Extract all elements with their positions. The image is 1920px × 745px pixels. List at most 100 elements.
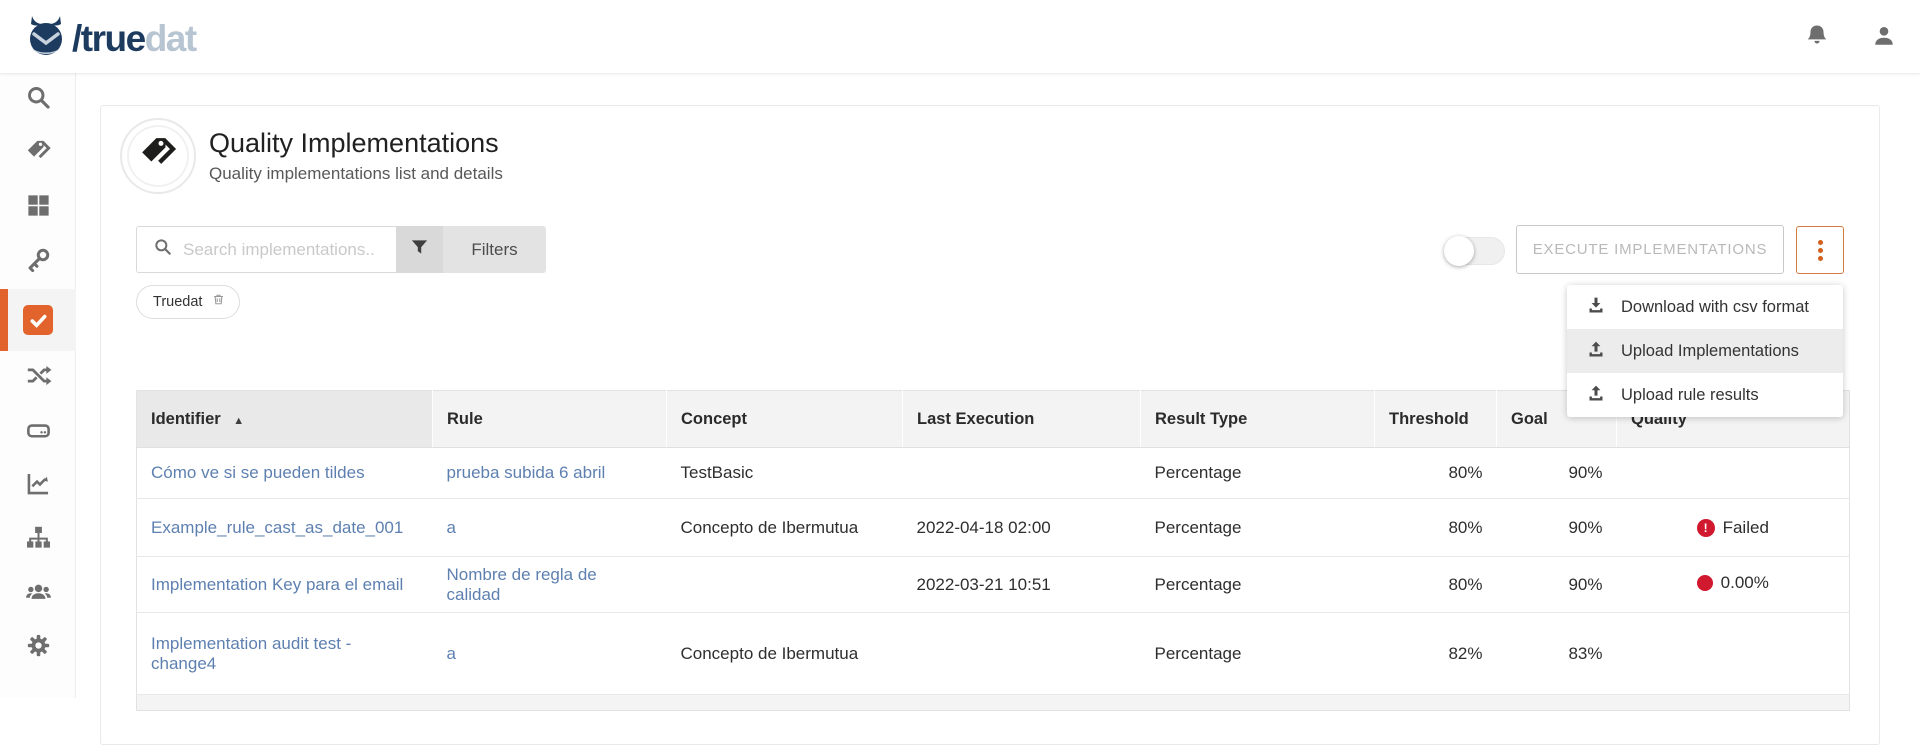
filters-button[interactable]: Filters bbox=[443, 226, 546, 273]
filter-icon-button[interactable] bbox=[396, 226, 443, 273]
quality-cell: 0.00% bbox=[1617, 557, 1850, 613]
rule-link[interactable]: Nombre de regla de calidad bbox=[447, 565, 597, 604]
table-row: Implementation audit test - change4 a Co… bbox=[137, 613, 1850, 695]
filters-label: Filters bbox=[471, 240, 517, 260]
column-header-rule[interactable]: Rule bbox=[433, 391, 667, 448]
quality-cell: ! Failed bbox=[1617, 499, 1850, 557]
result-type-cell: Percentage bbox=[1141, 499, 1375, 557]
bell-icon[interactable] bbox=[1803, 22, 1831, 50]
menu-item-upload-implementations[interactable]: Upload Implementations bbox=[1567, 329, 1843, 373]
sidebar-item-tags[interactable] bbox=[0, 127, 76, 181]
toggle-knob bbox=[1444, 236, 1474, 266]
kebab-icon bbox=[1818, 256, 1823, 261]
menu-item-label: Upload rule results bbox=[1621, 386, 1759, 405]
sidebar-item-charts[interactable] bbox=[0, 459, 76, 513]
users-icon bbox=[25, 578, 52, 610]
threshold-cell: 80% bbox=[1375, 499, 1497, 557]
search-icon bbox=[25, 84, 52, 116]
more-options-menu: Download with csv format Upload Implemen… bbox=[1567, 285, 1843, 417]
column-header-concept[interactable]: Concept bbox=[667, 391, 903, 448]
rule-link[interactable]: a bbox=[447, 644, 456, 663]
column-header-threshold[interactable]: Threshold bbox=[1375, 391, 1497, 448]
gear-icon bbox=[25, 632, 52, 664]
funnel-icon bbox=[410, 238, 429, 262]
error-exclamation-icon: ! bbox=[1697, 519, 1715, 537]
tags-icon bbox=[138, 134, 178, 179]
column-label: Identifier bbox=[151, 410, 221, 428]
execute-implementations-button[interactable]: EXECUTE IMPLEMENTATIONS bbox=[1516, 225, 1784, 274]
rule-link[interactable]: prueba subida 6 abril bbox=[447, 463, 606, 482]
page-subtitle: Quality implementations list and details bbox=[209, 164, 503, 184]
quality-cell bbox=[1617, 448, 1850, 499]
user-icon[interactable] bbox=[1870, 22, 1898, 50]
concept-cell: TestBasic bbox=[667, 448, 903, 499]
sidebar-item-users[interactable] bbox=[0, 567, 76, 621]
column-label: Rule bbox=[447, 410, 483, 428]
column-label: Result Type bbox=[1155, 410, 1247, 428]
sidebar-item-settings[interactable] bbox=[0, 621, 76, 675]
shuffle-icon bbox=[25, 362, 52, 394]
storage-icon bbox=[25, 416, 52, 448]
upload-icon bbox=[1586, 383, 1621, 408]
identifier-link[interactable]: Implementation audit test - change4 bbox=[151, 634, 351, 673]
search-icon bbox=[137, 237, 183, 262]
quality-implementations-panel: Quality Implementations Quality implemen… bbox=[100, 105, 1880, 745]
app-logo[interactable]: /truedat bbox=[22, 12, 196, 65]
trash-icon[interactable] bbox=[202, 292, 226, 312]
last-execution-cell bbox=[903, 448, 1141, 499]
result-type-cell: Percentage bbox=[1141, 448, 1375, 499]
last-execution-cell bbox=[903, 613, 1141, 695]
column-label: Concept bbox=[681, 410, 747, 428]
column-header-identifier[interactable]: Identifier ▲ bbox=[137, 391, 433, 448]
grid-icon bbox=[25, 192, 52, 224]
active-indicator-bar bbox=[0, 289, 8, 351]
result-type-cell: Percentage bbox=[1141, 557, 1375, 613]
column-header-last-execution[interactable]: Last Execution bbox=[903, 391, 1141, 448]
menu-item-upload-rule-results[interactable]: Upload rule results bbox=[1567, 373, 1843, 417]
download-icon bbox=[1586, 295, 1621, 320]
kebab-icon bbox=[1818, 240, 1823, 245]
filter-chip-label: Truedat bbox=[153, 294, 202, 310]
table-row: Implementation Key para el email Nombre … bbox=[137, 557, 1850, 613]
threshold-cell: 80% bbox=[1375, 557, 1497, 613]
threshold-cell: 80% bbox=[1375, 448, 1497, 499]
threshold-cell: 82% bbox=[1375, 613, 1497, 695]
sitemap-icon bbox=[25, 524, 52, 556]
column-label: Threshold bbox=[1389, 410, 1469, 428]
column-header-result-type[interactable]: Result Type bbox=[1141, 391, 1375, 448]
identifier-link[interactable]: Implementation Key para el email bbox=[151, 575, 403, 594]
identifier-link[interactable]: Example_rule_cast_as_date_001 bbox=[151, 518, 403, 537]
more-options-button[interactable] bbox=[1796, 226, 1844, 274]
sidebar bbox=[0, 73, 76, 698]
concept-cell: Concepto de Ibermutua bbox=[667, 499, 903, 557]
sidebar-item-key[interactable] bbox=[0, 235, 76, 289]
sidebar-item-quality[interactable] bbox=[0, 289, 76, 351]
table-row: Cómo ve si se pueden tildes prueba subid… bbox=[137, 448, 1850, 499]
tags-icon bbox=[25, 138, 52, 170]
quality-cell bbox=[1617, 613, 1850, 695]
sidebar-item-grid[interactable] bbox=[0, 181, 76, 235]
execute-toggle[interactable] bbox=[1444, 237, 1505, 265]
column-label: Last Execution bbox=[917, 410, 1034, 428]
column-label: Goal bbox=[1511, 410, 1548, 428]
menu-item-label: Download with csv format bbox=[1621, 298, 1809, 317]
sidebar-item-search[interactable] bbox=[0, 73, 76, 127]
rule-link[interactable]: a bbox=[447, 518, 456, 537]
chart-line-icon bbox=[25, 470, 52, 502]
sort-asc-icon: ▲ bbox=[233, 415, 244, 427]
search-input[interactable] bbox=[183, 240, 383, 260]
identifier-link[interactable]: Cómo ve si se pueden tildes bbox=[151, 463, 365, 482]
concept-cell: Concepto de Ibermutua bbox=[667, 613, 903, 695]
logo-text: /truedat bbox=[72, 18, 196, 60]
key-icon bbox=[25, 246, 52, 278]
sidebar-item-storage[interactable] bbox=[0, 405, 76, 459]
last-execution-cell: 2022-04-18 02:00 bbox=[903, 499, 1141, 557]
sidebar-item-shuffle[interactable] bbox=[0, 351, 76, 405]
kebab-icon bbox=[1818, 248, 1823, 253]
page-title: Quality Implementations bbox=[209, 128, 499, 159]
execute-implementations-label: EXECUTE IMPLEMENTATIONS bbox=[1533, 241, 1768, 258]
sidebar-item-lineage[interactable] bbox=[0, 513, 76, 567]
filter-chip-truedat[interactable]: Truedat bbox=[136, 285, 240, 319]
menu-item-download-csv[interactable]: Download with csv format bbox=[1567, 285, 1843, 329]
goal-cell: 90% bbox=[1497, 557, 1617, 613]
